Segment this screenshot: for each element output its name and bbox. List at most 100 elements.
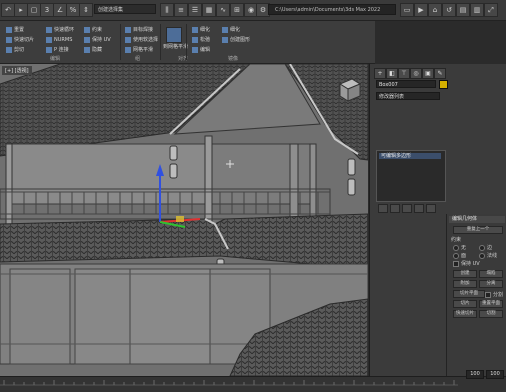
- graphite-icon[interactable]: ▦: [202, 3, 216, 17]
- radio-icon: [453, 252, 459, 259]
- constraint-normal-radio[interactable]: 法线: [479, 252, 497, 259]
- snap-3d-icon[interactable]: 3: [40, 3, 54, 17]
- reset-plane-button[interactable]: 重置平面: [479, 300, 503, 308]
- constraint-none-radio[interactable]: 无: [453, 244, 466, 251]
- utilities-tab-icon[interactable]: ✎: [434, 68, 446, 79]
- motion-tab-icon[interactable]: ◎: [410, 68, 422, 79]
- ribbon-group-group: 组: [135, 56, 141, 62]
- angle-snap-icon[interactable]: ∠: [53, 3, 67, 17]
- create-button[interactable]: 创建: [453, 270, 477, 278]
- viewcube: [338, 78, 362, 102]
- constraint-edge-radio[interactable]: 边: [479, 244, 492, 251]
- workspace-icon[interactable]: ▥: [470, 3, 484, 17]
- project-path[interactable]: C:\Users\admin\Documents\3ds Max 2022: [268, 4, 396, 15]
- target-weld-button[interactable]: 目标焊接: [125, 26, 153, 34]
- tessellate2-button[interactable]: 细化: [222, 26, 240, 34]
- expand-icon[interactable]: ⤢: [484, 3, 498, 17]
- preserve-uv-checkbox[interactable]: 保持 UV: [453, 260, 480, 267]
- p-connect-button[interactable]: P 连接: [46, 46, 69, 54]
- shape-icon: [222, 36, 228, 43]
- render-frame-icon[interactable]: ▭: [400, 3, 414, 17]
- attach-button[interactable]: 附加: [453, 280, 477, 288]
- to-mesh-smooth-icon[interactable]: [166, 27, 182, 43]
- quick-slice-button[interactable]: 快速切片: [453, 310, 477, 318]
- create-shape-button[interactable]: 创建图形: [222, 36, 250, 44]
- current-frame-field[interactable]: 100: [466, 370, 484, 379]
- split-checkbox[interactable]: 分割: [485, 291, 503, 298]
- object-color-swatch[interactable]: [439, 80, 448, 89]
- configure-sets-icon[interactable]: [426, 204, 436, 213]
- perspective-viewport[interactable]: [+] [透视]: [0, 64, 368, 376]
- modifier-list-dropdown[interactable]: 修改器列表: [376, 92, 440, 100]
- radio-icon: [479, 252, 485, 259]
- create-tab-icon[interactable]: +: [374, 68, 386, 79]
- detach-button[interactable]: 分离: [479, 280, 503, 288]
- project-icon[interactable]: ⌂: [428, 3, 442, 17]
- checkbox-icon: [453, 260, 459, 267]
- preserve-uv-button[interactable]: 保持 UV: [84, 36, 111, 44]
- stack-item-editable-poly[interactable]: 可编辑多边形: [379, 153, 441, 159]
- hide-icon: [84, 46, 90, 53]
- percent-snap-icon[interactable]: %: [66, 3, 80, 17]
- quick-slice-button[interactable]: 快速切片: [6, 36, 34, 44]
- pin-stack-icon[interactable]: [378, 204, 388, 213]
- mesh-smooth-button[interactable]: 网格平滑: [125, 46, 153, 54]
- show-end-result-icon[interactable]: [390, 204, 400, 213]
- quick-loop-button[interactable]: 快速循环: [46, 26, 74, 34]
- repeat-last-button[interactable]: 重复上一个: [453, 226, 503, 234]
- display-tab-icon[interactable]: ▣: [422, 68, 434, 79]
- relax-button[interactable]: 松弛: [192, 36, 210, 44]
- render-icon[interactable]: ▶: [414, 3, 428, 17]
- slice-plane-button[interactable]: 切片平面: [453, 290, 485, 298]
- hide-button[interactable]: 隐藏: [84, 46, 102, 54]
- end-frame-field[interactable]: 100: [486, 370, 504, 379]
- edit-icon: [192, 46, 198, 53]
- spinner-snap-icon[interactable]: ⇕: [79, 3, 93, 17]
- radio-icon: [453, 244, 459, 251]
- reset-button[interactable]: 重置: [6, 26, 24, 34]
- edit-button[interactable]: 编辑: [192, 46, 210, 54]
- remove-modifier-icon[interactable]: [414, 204, 424, 213]
- slice-button[interactable]: 切片: [453, 300, 477, 308]
- named-selection-set-dropdown[interactable]: 创建选择集: [94, 4, 156, 14]
- collapse-button[interactable]: 塌陷: [479, 270, 503, 278]
- modify-tab-icon[interactable]: ◧: [386, 68, 398, 79]
- loop-icon: [46, 26, 52, 33]
- object-name-field[interactable]: Box007: [376, 80, 436, 88]
- hierarchy-tab-icon[interactable]: ⊤: [398, 68, 410, 79]
- nurms-button[interactable]: NURMS: [46, 36, 72, 44]
- radio-icon: [479, 244, 485, 251]
- viewport-label[interactable]: [+] [透视]: [2, 66, 32, 75]
- constraint-face-radio[interactable]: 面: [453, 252, 466, 259]
- status-bar: [0, 376, 506, 392]
- tess-icon: [192, 26, 198, 33]
- curve-editor-icon[interactable]: ∿: [216, 3, 230, 17]
- select-icon[interactable]: ▸: [14, 3, 28, 17]
- cut-button[interactable]: 切割: [479, 310, 503, 318]
- window-crossing-icon[interactable]: ▢: [27, 3, 41, 17]
- connect-icon: [46, 46, 52, 53]
- ribbon-separator: [160, 24, 161, 60]
- schematic-icon[interactable]: ⊞: [230, 3, 244, 17]
- timeline-ruler[interactable]: [0, 379, 460, 389]
- ribbon-separator: [186, 24, 187, 60]
- constraint-button[interactable]: 约束: [84, 26, 102, 34]
- tessellate-button[interactable]: 细化: [192, 26, 210, 34]
- make-unique-icon[interactable]: [402, 204, 412, 213]
- reset-icon[interactable]: ↺: [442, 3, 456, 17]
- uv-icon: [84, 36, 90, 43]
- cut-button[interactable]: 剪切: [6, 46, 24, 54]
- rollout-title[interactable]: 编辑几何体: [449, 216, 505, 223]
- stack-top-label: 到网格平滑: [163, 44, 189, 50]
- undo-icon[interactable]: ↶: [1, 3, 15, 17]
- align-icon[interactable]: ≡: [174, 3, 188, 17]
- weld-icon: [125, 26, 131, 33]
- constraint-icon: [84, 26, 90, 33]
- main-toolbar: ↶ ▸ ▢ 3 ∠ % ⇕ 创建选择集 ⫼ ≡ ☰ ▦ ∿ ⊞ ◉ ⚙ C:\U…: [0, 0, 506, 21]
- nurms-icon: [46, 36, 52, 43]
- layer-icon[interactable]: ☰: [188, 3, 202, 17]
- smooth-edge-button[interactable]: 使用软选择: [125, 36, 158, 44]
- mirror-icon[interactable]: ⫼: [160, 3, 174, 17]
- slice-icon: [6, 36, 12, 43]
- grid-icon[interactable]: ▤: [456, 3, 470, 17]
